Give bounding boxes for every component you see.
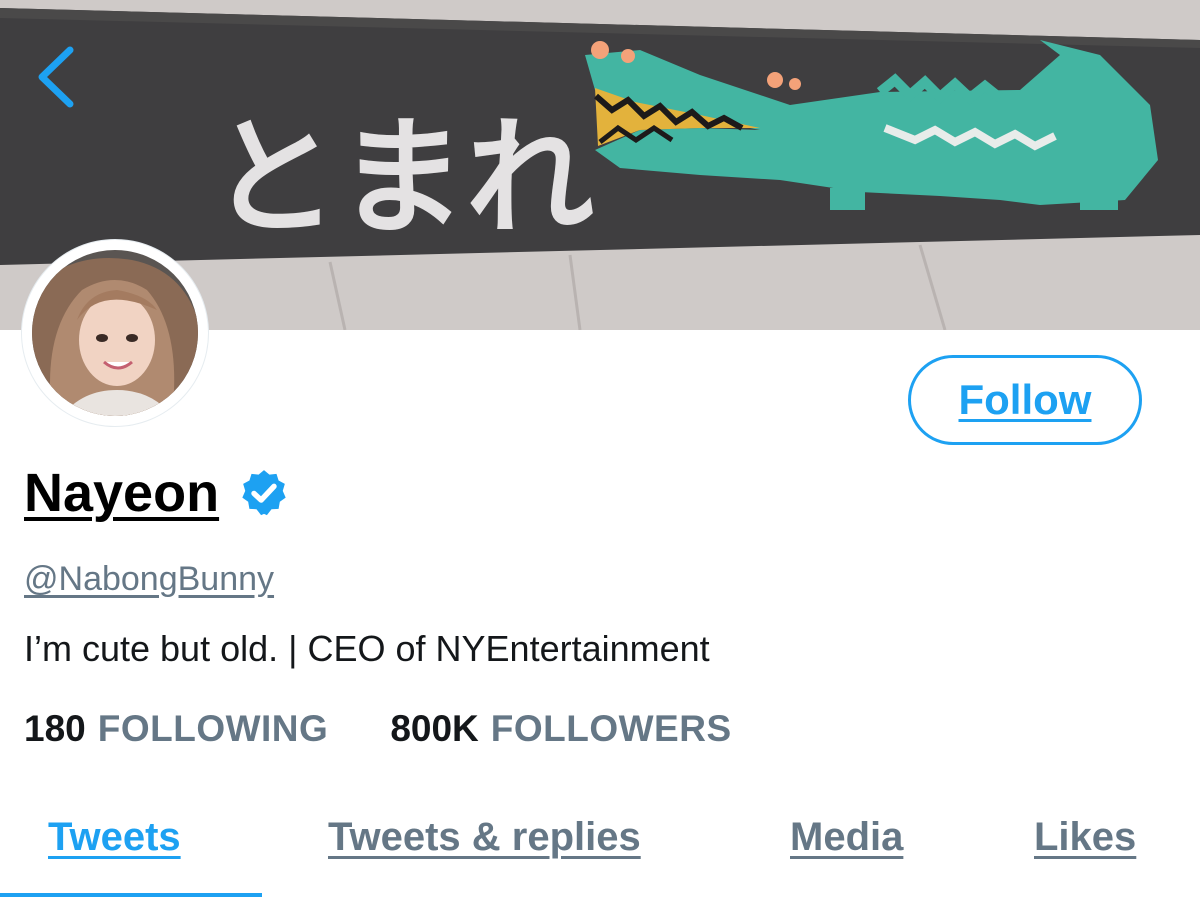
- active-tab-indicator: [0, 893, 262, 897]
- tab-likes[interactable]: Likes: [1034, 815, 1136, 860]
- display-name[interactable]: Nayeon: [24, 462, 219, 524]
- chevron-left-icon: [38, 46, 74, 108]
- avatar-photo: [32, 250, 198, 416]
- following-label: FOLLOWING: [97, 708, 329, 749]
- tab-tweets[interactable]: Tweets: [48, 815, 181, 860]
- banner-painted-text: とまれ: [210, 104, 594, 253]
- profile-stats: 180 FOLLOWING 800K FOLLOWERS: [24, 708, 732, 750]
- back-button[interactable]: [30, 40, 90, 110]
- profile-handle[interactable]: @NabongBunny: [24, 560, 274, 599]
- profile-bio: I’m cute but old. | CEO of NYEntertainme…: [24, 628, 710, 669]
- following-stat[interactable]: 180 FOLLOWING: [24, 708, 328, 750]
- following-count: 180: [24, 708, 86, 749]
- profile-avatar[interactable]: [22, 240, 208, 426]
- followers-stat[interactable]: 800K FOLLOWERS: [390, 708, 731, 750]
- tab-tweets-and-replies[interactable]: Tweets & replies: [328, 815, 641, 860]
- verified-badge-icon: [242, 470, 286, 516]
- follow-button[interactable]: Follow: [908, 355, 1142, 445]
- followers-label: FOLLOWERS: [490, 708, 732, 749]
- tab-media[interactable]: Media: [790, 815, 903, 860]
- name-row: Nayeon: [24, 462, 289, 524]
- followers-count: 800K: [390, 708, 479, 749]
